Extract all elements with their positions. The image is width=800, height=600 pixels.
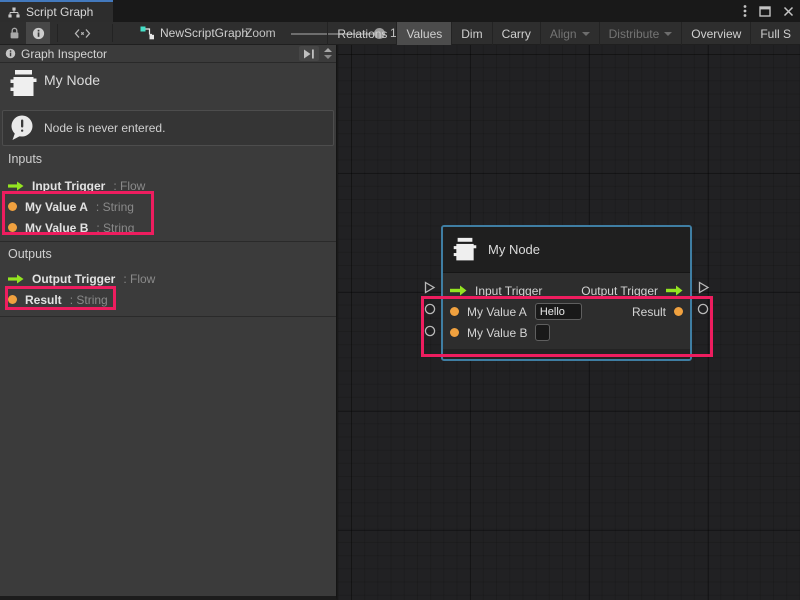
dock-panel-icon (303, 49, 315, 59)
graph-name: NewScriptGraph (160, 26, 248, 40)
node-icon (453, 237, 477, 263)
align-dropdown[interactable]: Align (540, 22, 599, 45)
graph-hierarchy-icon (8, 7, 20, 18)
dock-panel-button[interactable] (299, 46, 319, 61)
info-button[interactable] (26, 22, 50, 44)
info-icon (5, 48, 16, 59)
tab-title: Script Graph (26, 5, 93, 19)
annotation-box-inputs (2, 191, 154, 235)
arrow-down-icon (324, 55, 332, 59)
inspector-title: Graph Inspector (21, 47, 107, 61)
external-flow-port-right[interactable] (697, 281, 710, 294)
section-divider (0, 316, 336, 317)
annotation-box-node-values (421, 296, 713, 357)
arrow-up-icon (324, 48, 332, 52)
node-title: My Node (488, 242, 540, 257)
zoom-label: Zoom (245, 22, 276, 44)
panel-stepper[interactable] (321, 46, 334, 61)
annotation-box-result (5, 286, 116, 310)
flow-arrow-icon (8, 274, 24, 284)
inspected-node-title-block: My Node (0, 64, 336, 108)
chevron-down-icon (664, 32, 672, 36)
chevron-down-icon (582, 32, 590, 36)
tab-bar: Script Graph (0, 0, 800, 22)
graph-asset-selector[interactable]: NewScriptGraph (140, 22, 248, 44)
close-icon[interactable] (783, 6, 794, 17)
node-header[interactable]: My Node (443, 227, 690, 273)
outputs-heading: Outputs (8, 247, 52, 261)
code-icon (74, 28, 91, 39)
inspected-node-title: My Node (44, 72, 100, 88)
toolbar: NewScriptGraph Zoom 1x Relations Values … (0, 22, 800, 45)
distribute-dropdown[interactable]: Distribute (599, 22, 682, 45)
overview-button[interactable]: Overview (681, 22, 750, 45)
graph-canvas[interactable]: My Node Input Trigger Output Trigger (338, 45, 800, 600)
flow-arrow-icon (8, 181, 24, 191)
lock-button[interactable] (2, 22, 26, 44)
warning-bubble-icon (9, 114, 36, 142)
dim-button[interactable]: Dim (451, 22, 491, 45)
warning-text: Node is never entered. (44, 121, 165, 135)
values-button[interactable]: Values (396, 22, 451, 45)
node-icon (10, 69, 37, 99)
external-flow-port-left[interactable] (423, 281, 436, 294)
fullscreen-button[interactable]: Full S (750, 22, 800, 45)
flow-arrow-icon (666, 285, 683, 296)
inputs-heading: Inputs (8, 152, 42, 166)
inspector-header: Graph Inspector (0, 45, 336, 63)
warning-message: Node is never entered. (2, 110, 334, 146)
section-divider (0, 241, 336, 242)
lock-icon (9, 27, 20, 40)
carry-button[interactable]: Carry (492, 22, 540, 45)
maximize-icon[interactable] (759, 6, 771, 17)
graph-inspector-panel: Graph Inspector My Node (0, 45, 337, 600)
code-view-button[interactable] (70, 22, 94, 44)
info-icon (32, 27, 45, 40)
tab-script-graph[interactable]: Script Graph (0, 0, 113, 22)
relations-button[interactable]: Relations (327, 22, 396, 45)
script-graph-asset-icon (140, 26, 155, 40)
kebab-menu-icon[interactable] (743, 4, 747, 18)
